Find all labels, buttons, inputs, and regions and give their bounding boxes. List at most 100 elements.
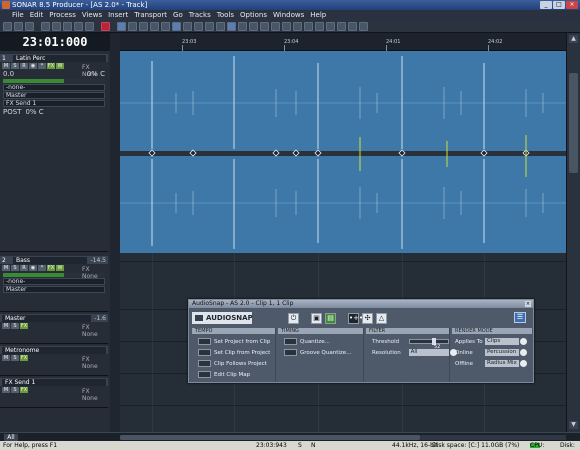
menu-insert[interactable]: Insert [108, 11, 128, 19]
input-select[interactable]: -none- [3, 84, 105, 91]
quantize-button[interactable]: Quantize... [278, 336, 363, 347]
audiosnap-palette[interactable]: AudioSnap - AS 2.0 - Clip 1, 1 Clip × AU… [188, 299, 534, 383]
horizontal-scrollbar[interactable] [120, 435, 566, 440]
menu-help[interactable]: Help [310, 11, 326, 19]
minimize-icon[interactable]: _ [540, 1, 552, 9]
arm-button[interactable]: R [20, 63, 28, 69]
track-bass[interactable]: 2 Bass -14.5 M S R ◉ * FX W -none- Maste… [0, 256, 108, 312]
vertical-scrollbar[interactable]: ▲ ▼ [566, 33, 580, 432]
fx-value[interactable]: None [82, 363, 108, 370]
offline-select[interactable]: Radius Mix [485, 360, 527, 367]
fx-value[interactable]: None [82, 71, 108, 78]
staff-icon[interactable] [293, 21, 302, 31]
tab-all[interactable]: All [4, 434, 18, 441]
copy-icon[interactable]: ▤ [325, 312, 336, 324]
fx-icon[interactable] [249, 21, 258, 31]
loop-construction-icon[interactable] [315, 21, 324, 31]
fx-bypass-button[interactable]: FX [20, 355, 28, 361]
menu-go[interactable]: Go [173, 11, 183, 19]
bus-metronome[interactable]: Metronome M S FX FX None [0, 346, 108, 376]
track-name[interactable]: Latin Perc [13, 54, 106, 62]
track-volume[interactable]: 0.0 [3, 70, 14, 78]
transient-markers[interactable] [120, 51, 566, 253]
paste-icon[interactable] [63, 21, 72, 31]
menu-file[interactable]: File [12, 11, 24, 19]
output-select[interactable]: Master [3, 286, 105, 293]
app-icon[interactable] [2, 1, 10, 9]
menu-options[interactable]: Options [240, 11, 267, 19]
monitor-button[interactable]: ◉ [29, 265, 37, 271]
fx-bypass-button[interactable]: FX [20, 387, 28, 393]
fx-bypass-button[interactable]: FX [47, 63, 55, 69]
transient-markers-icon[interactable]: •+• [348, 312, 363, 324]
freeze-button[interactable]: * [38, 63, 46, 69]
draw-tool-icon[interactable] [150, 21, 159, 31]
track-latin-perc[interactable]: 1 Latin Perc M S R ◉ * FX W 0.0 0% C -no… [0, 54, 108, 252]
resolution-select[interactable]: All [408, 349, 457, 356]
audio-clip[interactable] [120, 51, 566, 253]
menu-tracks[interactable]: Tracks [189, 11, 211, 19]
menu-edit[interactable]: Edit [30, 11, 44, 19]
redo-icon[interactable] [85, 21, 94, 31]
track-name[interactable]: Bass [13, 256, 88, 264]
arm-button[interactable]: R [20, 265, 28, 271]
scroll-down-icon[interactable]: ▼ [569, 421, 578, 429]
menu-process[interactable]: Process [49, 11, 76, 19]
menu-transport[interactable]: Transport [134, 11, 167, 19]
track-volume[interactable]: -14.5 [90, 257, 106, 264]
event-list-icon[interactable] [304, 21, 313, 31]
send-pan[interactable]: 0% C [25, 108, 43, 116]
save-icon[interactable] [25, 21, 34, 31]
metronome-icon[interactable] [205, 21, 214, 31]
zoom-icon[interactable] [161, 21, 170, 31]
console-icon[interactable] [271, 21, 280, 31]
monitor-button[interactable]: ◉ [29, 63, 37, 69]
metronome-icon[interactable]: △ [376, 312, 387, 324]
solo-button[interactable]: S [11, 265, 19, 271]
menu-windows[interactable]: Windows [273, 11, 304, 19]
edit-transient-icon[interactable]: ✣ [362, 312, 373, 324]
markers-icon[interactable] [183, 21, 192, 31]
solo-button[interactable]: S [11, 63, 19, 69]
mix-icon[interactable] [216, 21, 225, 31]
groove-quantize-button[interactable]: Groove Quantize... [278, 347, 363, 358]
piano-roll-icon[interactable] [282, 21, 291, 31]
fx-bypass-button[interactable]: FX [20, 323, 28, 329]
save-icon[interactable]: ▣ [311, 312, 322, 324]
close-icon[interactable]: × [566, 1, 578, 9]
audiosnap-toggle-icon[interactable] [227, 21, 236, 31]
fx-value[interactable]: None [82, 273, 108, 280]
menu-tools[interactable]: Tools [217, 11, 234, 19]
set-clip-from-project-button[interactable]: Set Clip from Project [192, 347, 275, 358]
power-icon[interactable]: ⏻ [288, 312, 299, 324]
palette-title[interactable]: AudioSnap - AS 2.0 - Clip 1, 1 Clip [189, 300, 533, 308]
synth-rack-icon[interactable] [337, 21, 346, 31]
output-select[interactable]: Master [3, 92, 105, 99]
snap-icon[interactable] [128, 21, 137, 31]
new-icon[interactable] [3, 21, 12, 31]
grid-icon[interactable] [194, 21, 203, 31]
edit-clip-map-button[interactable]: Edit Clip Map [192, 369, 275, 380]
solo-button[interactable]: S [11, 387, 19, 393]
clip-follows-project-button[interactable]: Clip Follows Project [192, 358, 275, 369]
browser-icon[interactable] [326, 21, 335, 31]
write-button[interactable]: W [56, 265, 64, 271]
bus-name[interactable]: Metronome [2, 346, 106, 354]
close-icon[interactable]: × [525, 301, 531, 307]
scroll-thumb[interactable] [120, 435, 420, 440]
mute-button[interactable]: M [2, 387, 10, 393]
mute-button[interactable]: M [2, 323, 10, 329]
send-mode[interactable]: POST [3, 108, 21, 116]
bus-name[interactable]: FX Send 1 [2, 378, 106, 386]
time-ruler[interactable]: 23:03 23:04 24:01 24:02 [120, 33, 566, 51]
view-icon[interactable] [172, 21, 181, 31]
scroll-up-icon[interactable]: ▲ [569, 35, 578, 43]
select-tool-icon[interactable] [139, 21, 148, 31]
record-icon[interactable] [101, 21, 110, 31]
options-icon[interactable]: ☰ [514, 312, 526, 323]
automation-icon[interactable] [238, 21, 247, 31]
bus-master[interactable]: Master -1.6 M S FX FX None [0, 314, 108, 344]
loop-icon[interactable] [117, 21, 126, 31]
bus-fx-send[interactable]: FX Send 1 M S FX FX None [0, 378, 108, 408]
menu-views[interactable]: Views [82, 11, 102, 19]
